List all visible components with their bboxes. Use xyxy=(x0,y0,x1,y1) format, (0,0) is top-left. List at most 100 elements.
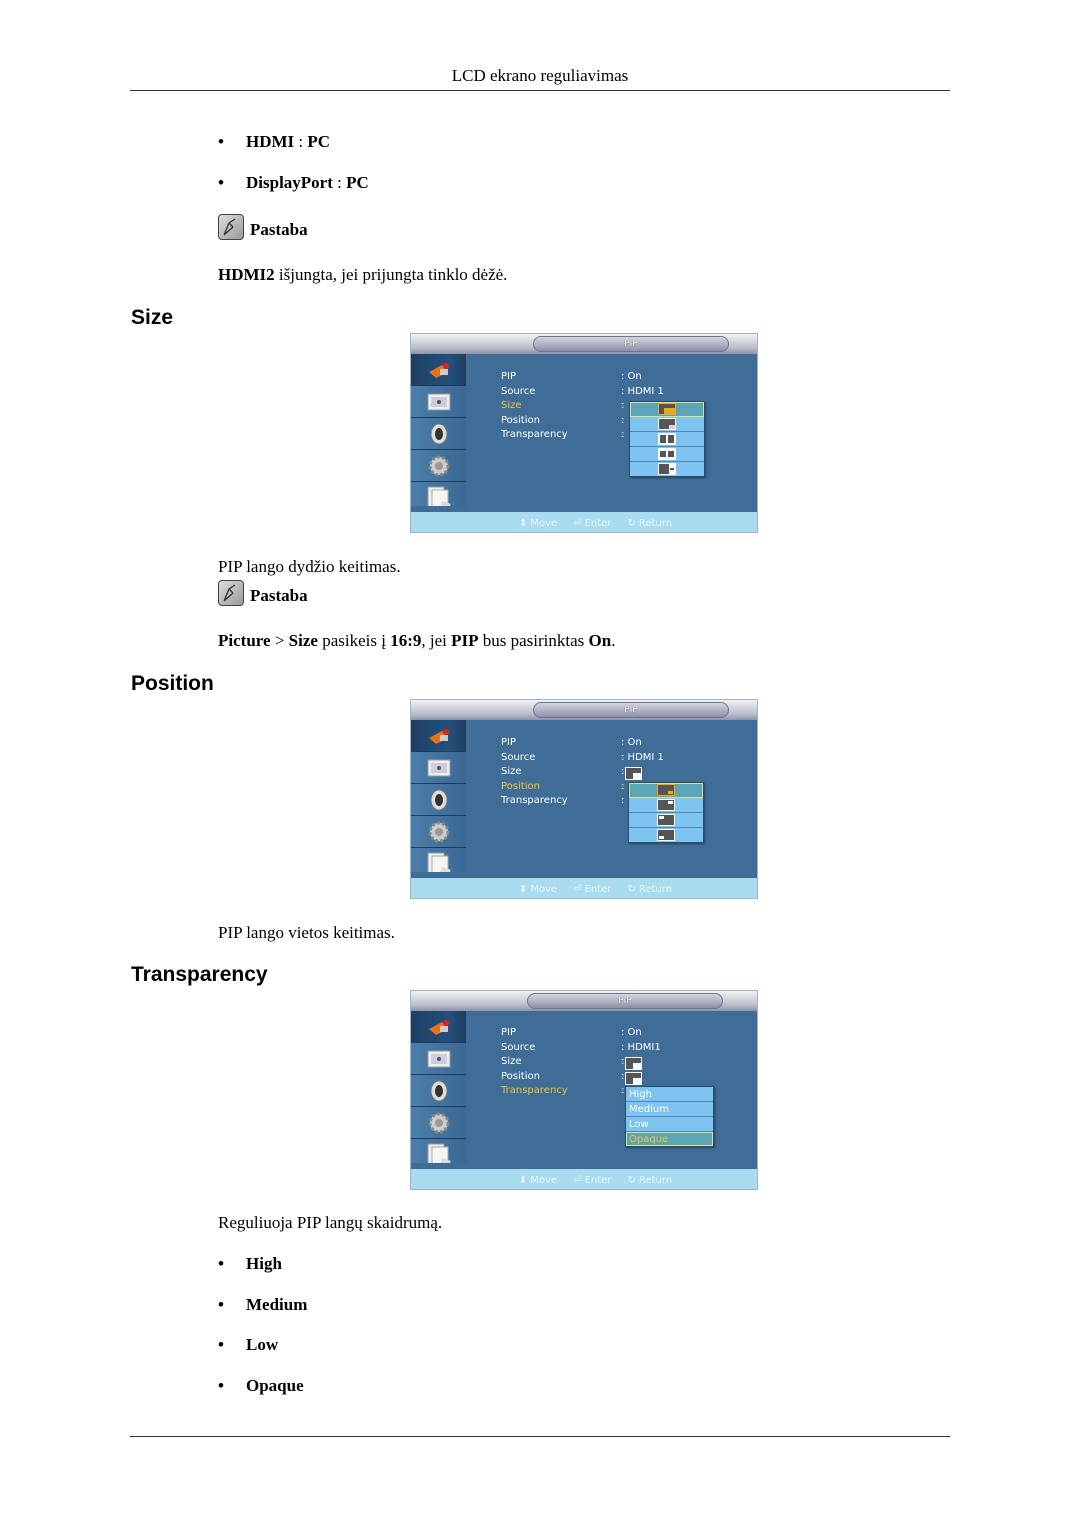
osd-menu-item-position[interactable]: Position xyxy=(501,415,540,426)
osd-pip-transparency: PIP PIP : On Source : HDMI1 Size : Posit… xyxy=(410,990,758,1190)
move-arrows-icon: ⬍ xyxy=(519,518,528,529)
osd-value-transparency: : xyxy=(621,795,625,806)
sidebar-picture-icon[interactable] xyxy=(411,1043,466,1075)
return-icon: ↻ xyxy=(627,1175,636,1186)
pip-split-equal-icon xyxy=(658,433,676,445)
osd-value-size: : xyxy=(621,766,625,777)
hint-move: ⬍ Move xyxy=(519,518,558,529)
osd-menu-item-size[interactable]: Size xyxy=(501,766,522,777)
osd-title-bar: PIP xyxy=(411,700,757,720)
sidebar-input-icon[interactable] xyxy=(411,1011,466,1043)
osd-footer: ⬍ Move ⏎ Enter ↻ Return xyxy=(411,878,757,898)
sidebar-sound-icon[interactable] xyxy=(411,784,466,816)
transparency-option-medium[interactable]: Medium xyxy=(626,1102,713,1117)
osd-menu-item-transparency[interactable]: Transparency xyxy=(501,1085,568,1096)
osd-title: PIP xyxy=(533,336,729,352)
position-description: PIP lango vietos keitimas. xyxy=(218,923,395,942)
osd-menu-item-pip[interactable]: PIP xyxy=(501,1027,516,1038)
size-option-split-small[interactable] xyxy=(630,447,704,462)
enter-icon: ⏎ xyxy=(573,884,582,895)
size-option-large[interactable] xyxy=(630,402,704,417)
pip-top-left-icon xyxy=(657,814,675,826)
bullet-opaque: • Opaque xyxy=(218,1376,304,1395)
return-icon: ↻ xyxy=(627,518,636,529)
sidebar-sound-icon[interactable] xyxy=(411,1075,466,1107)
osd-title: PIP xyxy=(527,993,723,1009)
hint-return: ↻ Return xyxy=(627,1175,673,1186)
hint-enter: ⏎ Enter xyxy=(573,1175,612,1186)
size-option-split-equal[interactable] xyxy=(630,432,704,447)
transparency-option-opaque[interactable]: Opaque xyxy=(626,1132,713,1146)
transparency-option-low[interactable]: Low xyxy=(626,1117,713,1132)
osd-menu-item-source[interactable]: Source xyxy=(501,1042,535,1053)
transparency-description: Reguliuoja PIP langų skaidrumą. xyxy=(218,1213,443,1232)
current-size-icon xyxy=(625,1057,642,1070)
size-dropdown xyxy=(629,401,705,477)
position-option-top-left[interactable] xyxy=(629,813,703,828)
bullet-dot: • xyxy=(218,1254,224,1273)
osd-sidebar xyxy=(411,354,466,515)
osd-menu-item-size[interactable]: Size xyxy=(501,400,522,411)
osd-pip-size: PIP PIP : On Source : HDMI 1 Size : Posi… xyxy=(410,333,758,533)
hint-return: ↻ Return xyxy=(627,884,673,895)
bullet-displayport: • DisplayPort : PC xyxy=(218,173,369,192)
osd-menu-item-source[interactable]: Source xyxy=(501,386,535,397)
transparency-dropdown: High Medium Low Opaque xyxy=(625,1086,714,1147)
running-header: LCD ekrano reguliavimas xyxy=(451,66,629,85)
size-note-heading: Pastaba xyxy=(218,580,308,606)
bullet-dot: • xyxy=(218,173,224,192)
pip-top-right-icon xyxy=(657,799,675,811)
osd-pip-position: PIP PIP : On Source : HDMI 1 Size : Posi… xyxy=(410,699,758,899)
pip-split-small-icon xyxy=(658,448,676,460)
sidebar-sound-icon[interactable] xyxy=(411,418,466,450)
osd-menu-item-source[interactable]: Source xyxy=(501,752,535,763)
position-option-bottom-left[interactable] xyxy=(629,828,703,842)
osd-menu-item-position[interactable]: Position xyxy=(501,1071,540,1082)
osd-value-position: : xyxy=(621,415,625,426)
size-note-text: Picture > Size pasikeis į 16:9, jei PIP … xyxy=(218,631,616,650)
move-arrows-icon: ⬍ xyxy=(519,1175,528,1186)
sidebar-setup-gear-icon[interactable] xyxy=(411,1107,466,1139)
pip-bottom-left-icon xyxy=(657,829,675,841)
osd-value-position: : xyxy=(621,1071,625,1082)
note-pencil-icon xyxy=(218,214,244,240)
osd-value-size: : xyxy=(621,1056,625,1067)
pip-bottom-right-icon xyxy=(657,784,675,796)
osd-menu-item-transparency[interactable]: Transparency xyxy=(501,795,568,806)
note-text: HDMI2 išjungta, jei prijungta tinklo dėž… xyxy=(218,265,508,284)
osd-sidebar xyxy=(411,720,466,881)
footer-rule xyxy=(130,1436,950,1437)
osd-value-pip: : On xyxy=(621,737,642,748)
osd-menu-item-pip[interactable]: PIP xyxy=(501,371,516,382)
section-heading-size: Size xyxy=(131,306,174,329)
osd-value-pip: : On xyxy=(621,371,642,382)
sidebar-setup-gear-icon[interactable] xyxy=(411,816,466,848)
sidebar-setup-gear-icon[interactable] xyxy=(411,450,466,482)
size-option-small[interactable] xyxy=(630,417,704,432)
position-option-top-right[interactable] xyxy=(629,798,703,813)
header-rule xyxy=(130,90,950,91)
sidebar-input-icon[interactable] xyxy=(411,720,466,752)
osd-title-bar: PIP xyxy=(411,991,757,1011)
pip-side-small-icon xyxy=(658,463,676,475)
bullet-dot: • xyxy=(218,1295,224,1314)
sidebar-picture-icon[interactable] xyxy=(411,752,466,784)
osd-menu-item-pip[interactable]: PIP xyxy=(501,737,516,748)
current-position-icon xyxy=(625,1072,642,1085)
transparency-option-high[interactable]: High xyxy=(626,1087,713,1102)
hint-move: ⬍ Move xyxy=(519,1175,558,1186)
osd-menu-item-size[interactable]: Size xyxy=(501,1056,522,1067)
osd-menu-item-transparency[interactable]: Transparency xyxy=(501,429,568,440)
position-option-bottom-right[interactable] xyxy=(629,783,703,798)
move-arrows-icon: ⬍ xyxy=(519,884,528,895)
note-heading: Pastaba xyxy=(218,214,308,240)
sidebar-input-icon[interactable] xyxy=(411,354,466,386)
osd-menu-item-position[interactable]: Position xyxy=(501,781,540,792)
size-option-side[interactable] xyxy=(630,462,704,476)
bullet-high: • High xyxy=(218,1254,282,1273)
bullet-medium: • Medium xyxy=(218,1295,308,1314)
hint-return: ↻ Return xyxy=(627,518,673,529)
bullet-dot: • xyxy=(218,1335,224,1354)
bullet-dot: • xyxy=(218,1376,224,1395)
sidebar-picture-icon[interactable] xyxy=(411,386,466,418)
